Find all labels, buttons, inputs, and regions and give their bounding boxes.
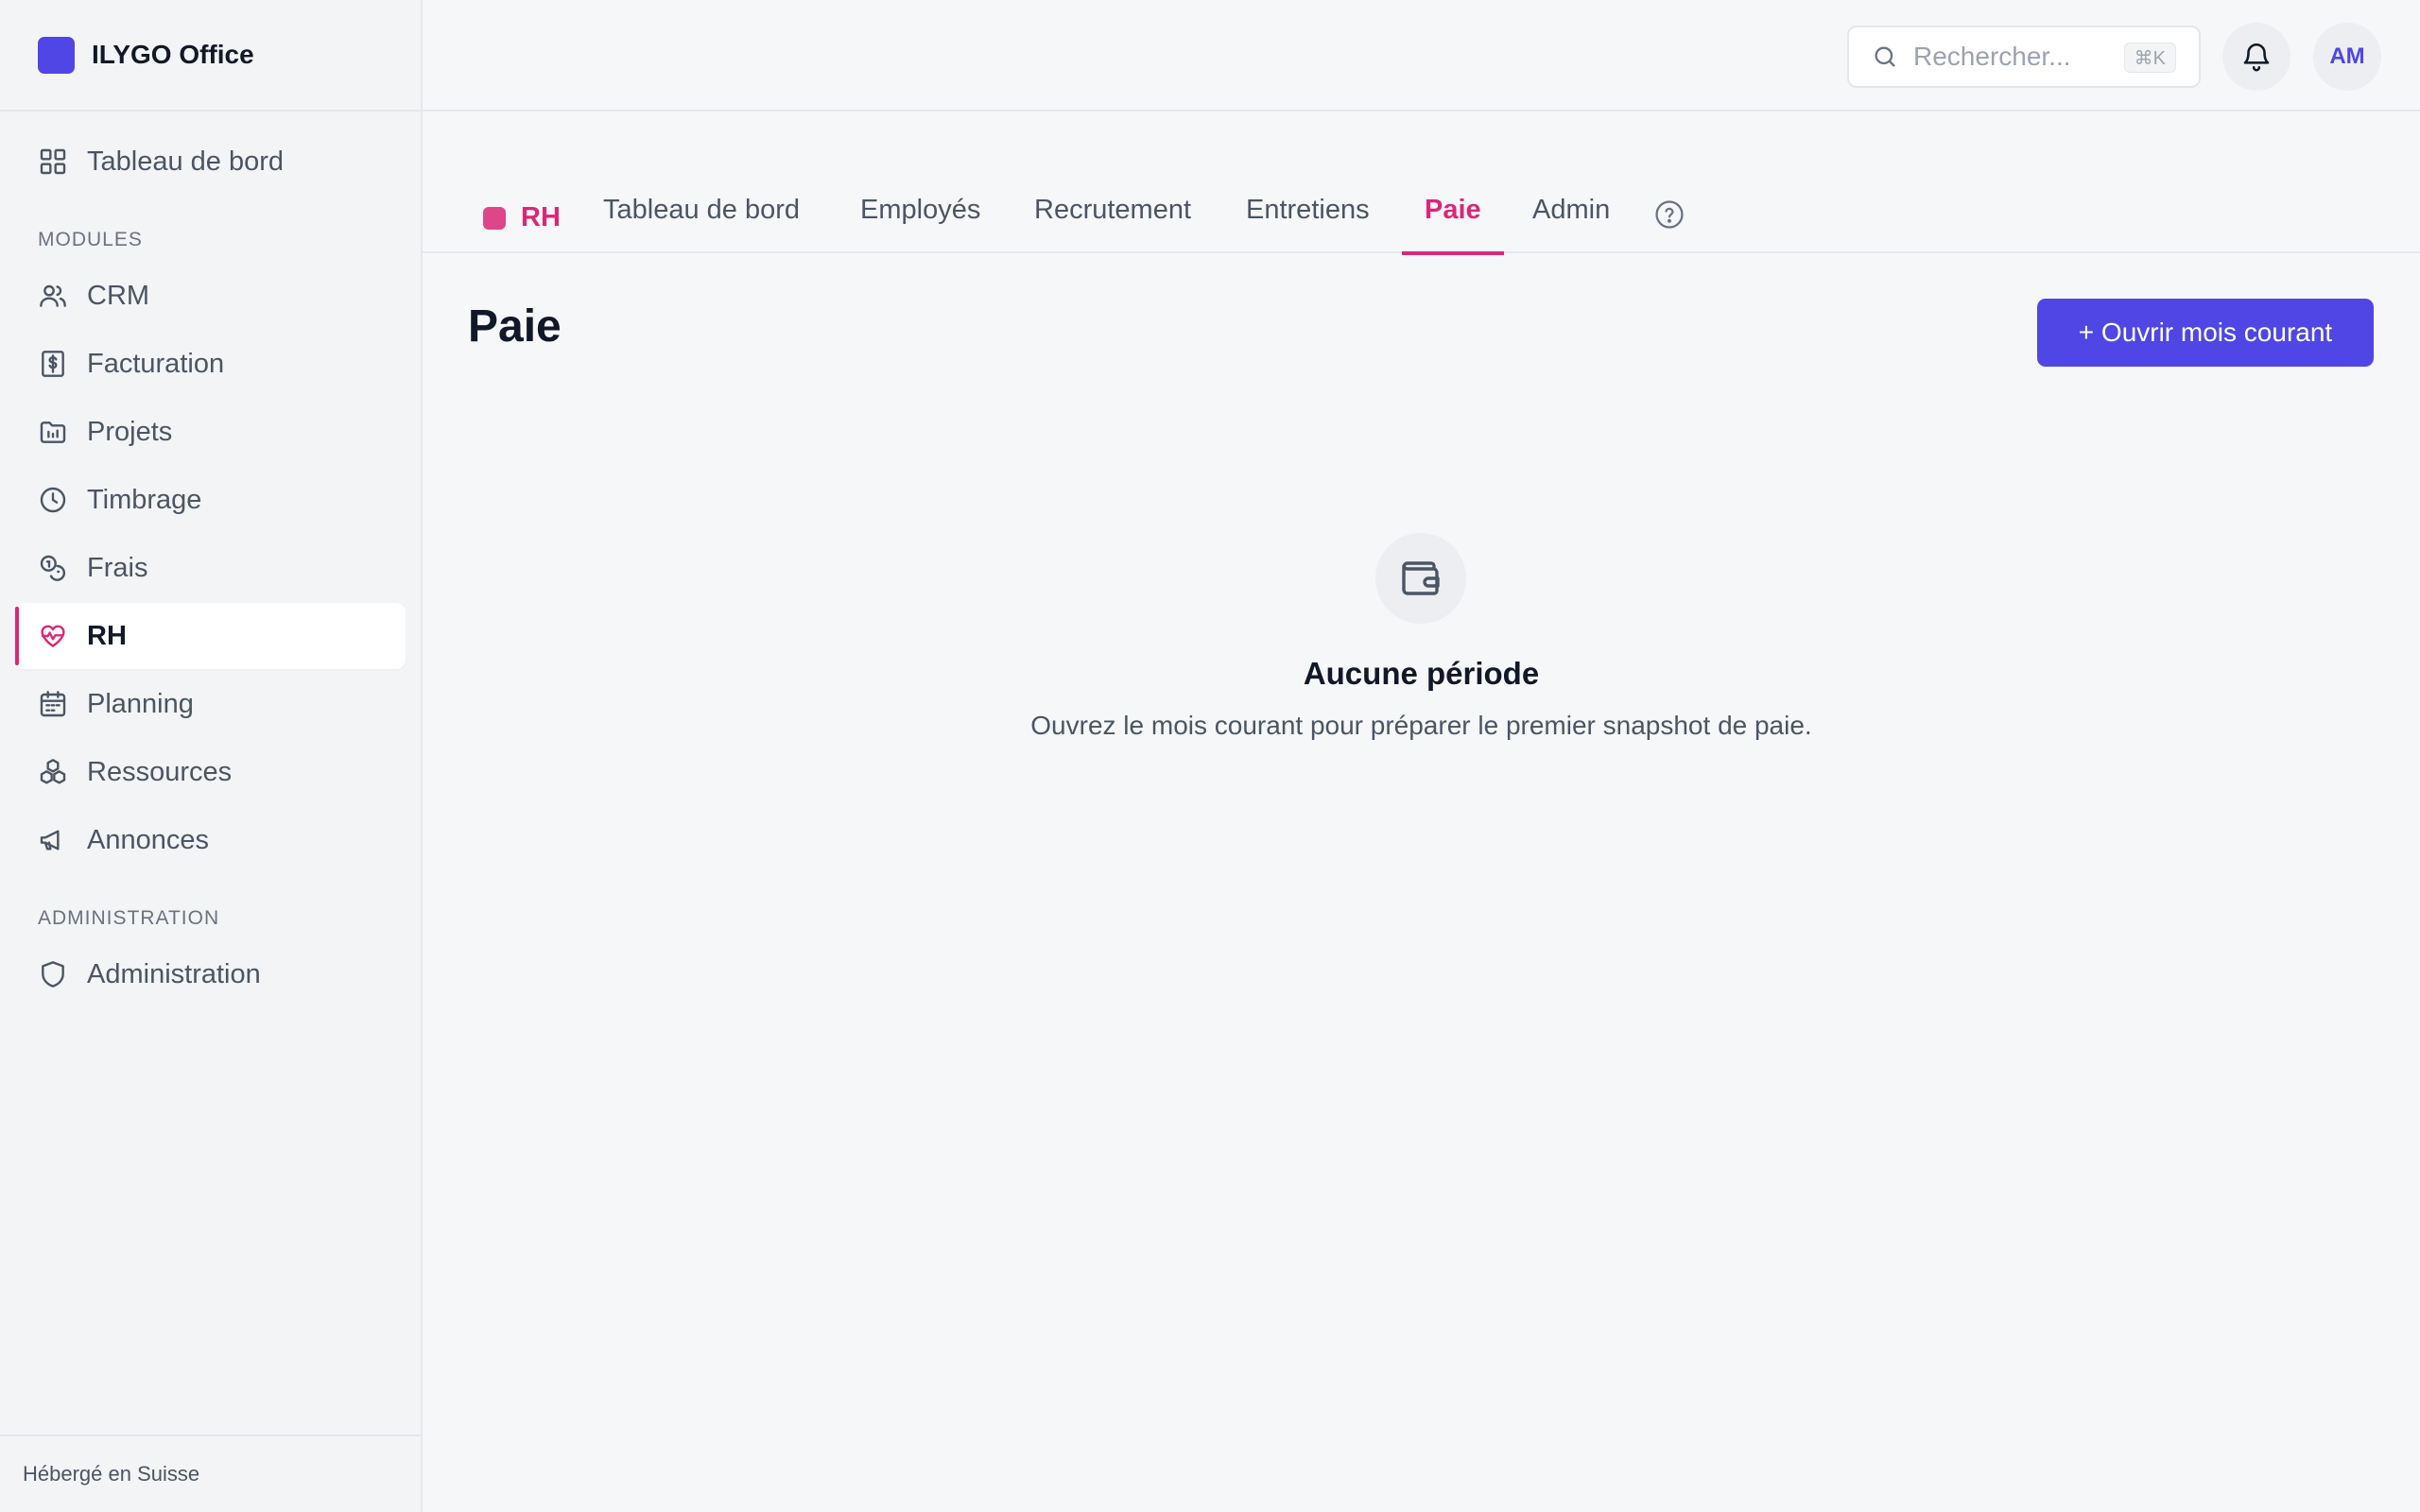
search-box[interactable]: ⌘K (1847, 26, 2201, 88)
sidebar-nav: Tableau de bord MODULES CRM Facturation (0, 129, 421, 1007)
megaphone-icon (40, 830, 60, 850)
sidebar-item-label: RH (87, 620, 127, 651)
users-icon (40, 284, 66, 307)
boxes-icon (40, 759, 66, 784)
help-icon[interactable] (1653, 198, 1685, 231)
empty-state-description: Ouvrez le mois courant pour préparer le … (1030, 711, 1812, 740)
calendar-icon (40, 691, 66, 717)
app-logo-icon (38, 36, 75, 74)
search-input[interactable] (1913, 42, 2121, 72)
modules-heading: MODULES (38, 229, 143, 250)
tab-admin[interactable]: Admin (1532, 195, 1610, 253)
wallet-icon (1402, 561, 1440, 595)
folder-chart-icon (40, 421, 66, 443)
search-icon (1875, 46, 1895, 67)
sidebar-item-label: Annonces (87, 824, 209, 855)
bell-icon (2243, 43, 2270, 72)
sidebar-item-rh[interactable]: RH (15, 603, 406, 669)
heart-pulse-icon (41, 625, 65, 647)
sidebar-item-administration[interactable]: Administration (15, 941, 406, 1007)
module-indicator: RH (483, 202, 561, 233)
tab-paie[interactable]: Paie (1402, 195, 1504, 255)
sidebar-item-label: Facturation (87, 348, 225, 379)
sidebar-item-planning[interactable]: Planning (15, 671, 406, 737)
search-shortcut: ⌘K (2123, 43, 2176, 73)
module-tabs: RH Tableau de bord Employés Recrutement … (423, 170, 2420, 255)
receipt-dollar-icon (42, 351, 64, 377)
coins-icon (40, 555, 66, 581)
app-name: ILYGO Office (92, 40, 254, 69)
sidebar-item-annonces[interactable]: Annonces (15, 807, 406, 873)
page-title: Paie (468, 301, 562, 352)
module-name: RH (521, 202, 561, 232)
tab-employes[interactable]: Employés (860, 195, 980, 253)
tab-entretiens[interactable]: Entretiens (1246, 195, 1370, 253)
sidebar-item-crm[interactable]: CRM (15, 263, 406, 329)
sidebar-item-label: Administration (87, 958, 261, 989)
module-color-dot (483, 206, 506, 230)
topbar: ⌘K AM (423, 0, 2420, 112)
sidebar-item-timbrage[interactable]: Timbrage (15, 467, 406, 533)
sidebar-item-label: Tableau de bord (87, 146, 284, 177)
tab-recrutement[interactable]: Recrutement (1034, 195, 1191, 253)
administration-heading: ADMINISTRATION (38, 907, 220, 929)
sidebar-item-label: CRM (87, 280, 150, 311)
sidebar-item-label: Timbrage (87, 484, 202, 515)
brand[interactable]: ILYGO Office (0, 0, 421, 112)
open-current-month-button[interactable]: + Ouvrir mois courant (2037, 299, 2374, 367)
empty-state-icon (1375, 533, 1466, 624)
notifications-button[interactable] (2222, 23, 2290, 91)
sidebar-item-dashboard[interactable]: Tableau de bord (15, 129, 406, 195)
sidebar-item-projets[interactable]: Projets (15, 399, 406, 465)
grid-icon (40, 148, 66, 175)
sidebar-item-label: Frais (87, 552, 148, 583)
tab-tableau-de-bord[interactable]: Tableau de bord (603, 195, 800, 253)
sidebar-item-label: Projets (87, 416, 173, 447)
sidebar-item-frais[interactable]: Frais (15, 535, 406, 601)
shield-icon (42, 961, 64, 988)
sidebar-item-label: Planning (87, 688, 194, 719)
user-avatar[interactable]: AM (2313, 23, 2381, 91)
sidebar-item-label: Ressources (87, 756, 233, 787)
empty-state-title: Aucune période (1303, 656, 1540, 691)
sidebar-item-facturation[interactable]: Facturation (15, 331, 406, 397)
sidebar-item-ressources[interactable]: Ressources (15, 739, 406, 805)
clock-icon (40, 487, 66, 513)
hosting-note: Hébergé en Suisse (0, 1435, 421, 1512)
sidebar: ILYGO Office Tableau de bord MODULES CRM (0, 0, 423, 1512)
